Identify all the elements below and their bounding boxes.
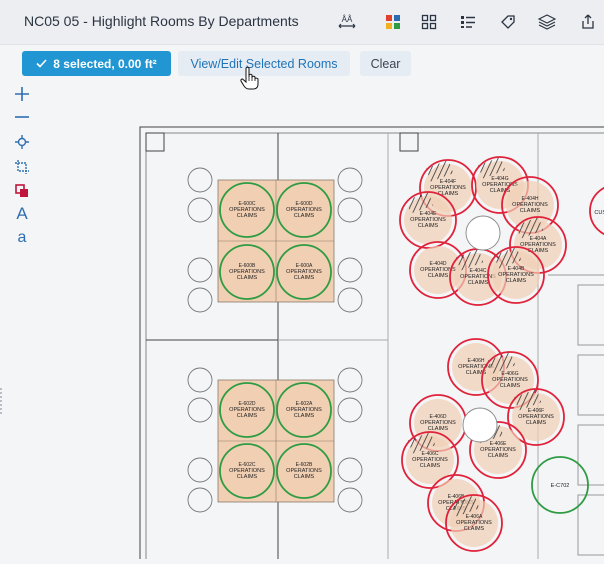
round-table [462,407,498,443]
room-label: CUSTO [594,210,604,216]
round-table [465,215,501,251]
view-edit-selected-rooms-button[interactable]: View/Edit Selected Rooms [178,51,350,76]
chair [187,197,213,223]
chair [337,257,363,283]
room-dept-sub: CLAIMS [520,208,541,214]
room-dept-sub: CLAIMS [294,275,315,281]
room-e-406a[interactable]: E-406AOPERATIONSCLAIMS [445,494,503,552]
crop-tool-icon[interactable] [14,159,30,175]
list-icon[interactable] [458,12,478,32]
chair [187,167,213,193]
room-e-404b[interactable]: E-404BOPERATIONSCLAIMS [487,246,545,304]
room-dept-sub: CLAIMS [237,474,258,480]
room-dept-sub: CLAIMS [506,278,527,284]
chair [187,287,213,313]
svg-text:ÅÅ: ÅÅ [342,15,353,24]
chair [187,457,213,483]
check-icon [36,57,47,71]
room-id: E-C702 [551,483,570,489]
room-dept-sub: CLAIMS [428,273,449,279]
layers-icon[interactable] [537,12,557,32]
chair [337,287,363,313]
tag-icon[interactable] [498,12,518,32]
chair [337,397,363,423]
room-e-404e[interactable]: E-404EOPERATIONSCLAIMS [399,191,457,249]
panel-resize-handle[interactable] [0,388,5,414]
page-title: NC05 05 - Highlight Rooms By Departments [24,13,299,29]
floor-plan[interactable]: E-600C OPERATIONS CLAIMS E-600D OPERATIONS CL… [138,125,604,564]
room-dept-sub: CLAIMS [526,420,547,426]
chair [187,397,213,423]
text-tool-upper[interactable]: A [14,204,30,223]
chair [337,167,363,193]
room-dept-sub: CLAIMS [294,413,315,419]
room-dept-sub: CLAIMS [428,426,449,432]
room-dept-sub: CLAIMS [464,526,485,532]
chair [337,457,363,483]
chair [187,367,213,393]
room-dept-sub: CLAIMS [468,280,489,286]
room-dept-sub: CLAIMS [420,463,441,469]
rooms-layer: E-600COPERATIONSCLAIMSE-600DOPERATIONSCL… [217,156,604,552]
top-header: NC05 05 - Highlight Rooms By Departments… [0,0,604,45]
text-tool-lower[interactable]: a [14,229,30,246]
room-dept-sub: CLAIMS [237,413,258,419]
room-e-406c[interactable]: E-406COPERATIONSCLAIMS [401,431,459,489]
room-dept-sub: CLAIMS [237,275,258,281]
color-grid-icon[interactable] [383,12,403,32]
chair [337,197,363,223]
hand-cursor-icon [240,66,260,90]
grid-outline-icon[interactable] [419,12,439,32]
chair [337,487,363,513]
selection-summary-badge[interactable]: 8 selected, 0.00 ft² [22,51,171,76]
selection-summary-text: 8 selected, 0.00 ft² [53,56,157,71]
zoom-out-icon[interactable] [14,109,30,125]
select-shape-icon[interactable] [14,183,30,199]
room-dept-sub: CLAIMS [294,474,315,480]
room-dept-sub: CLAIMS [294,213,315,219]
share-icon[interactable] [578,12,598,32]
chair [187,257,213,283]
chair [187,487,213,513]
point-tool-icon[interactable] [14,134,30,150]
clear-selection-button[interactable]: Clear [360,51,411,76]
floor-plan-canvas[interactable]: E-600COPERATIONSCLAIMSE-600DOPERATIONSCL… [138,125,604,564]
room-dept-sub: CLAIMS [418,223,439,229]
room-dept-sub: CLAIMS [488,453,509,459]
chair [337,367,363,393]
room-dept-sub: CLAIMS [237,213,258,219]
distance-icon[interactable]: ÅÅ [337,12,357,32]
room-edge-partial[interactable]: OCUSTO [589,185,604,237]
room-dept-sub: CLAIMS [500,383,521,389]
zoom-in-icon[interactable] [14,86,30,102]
